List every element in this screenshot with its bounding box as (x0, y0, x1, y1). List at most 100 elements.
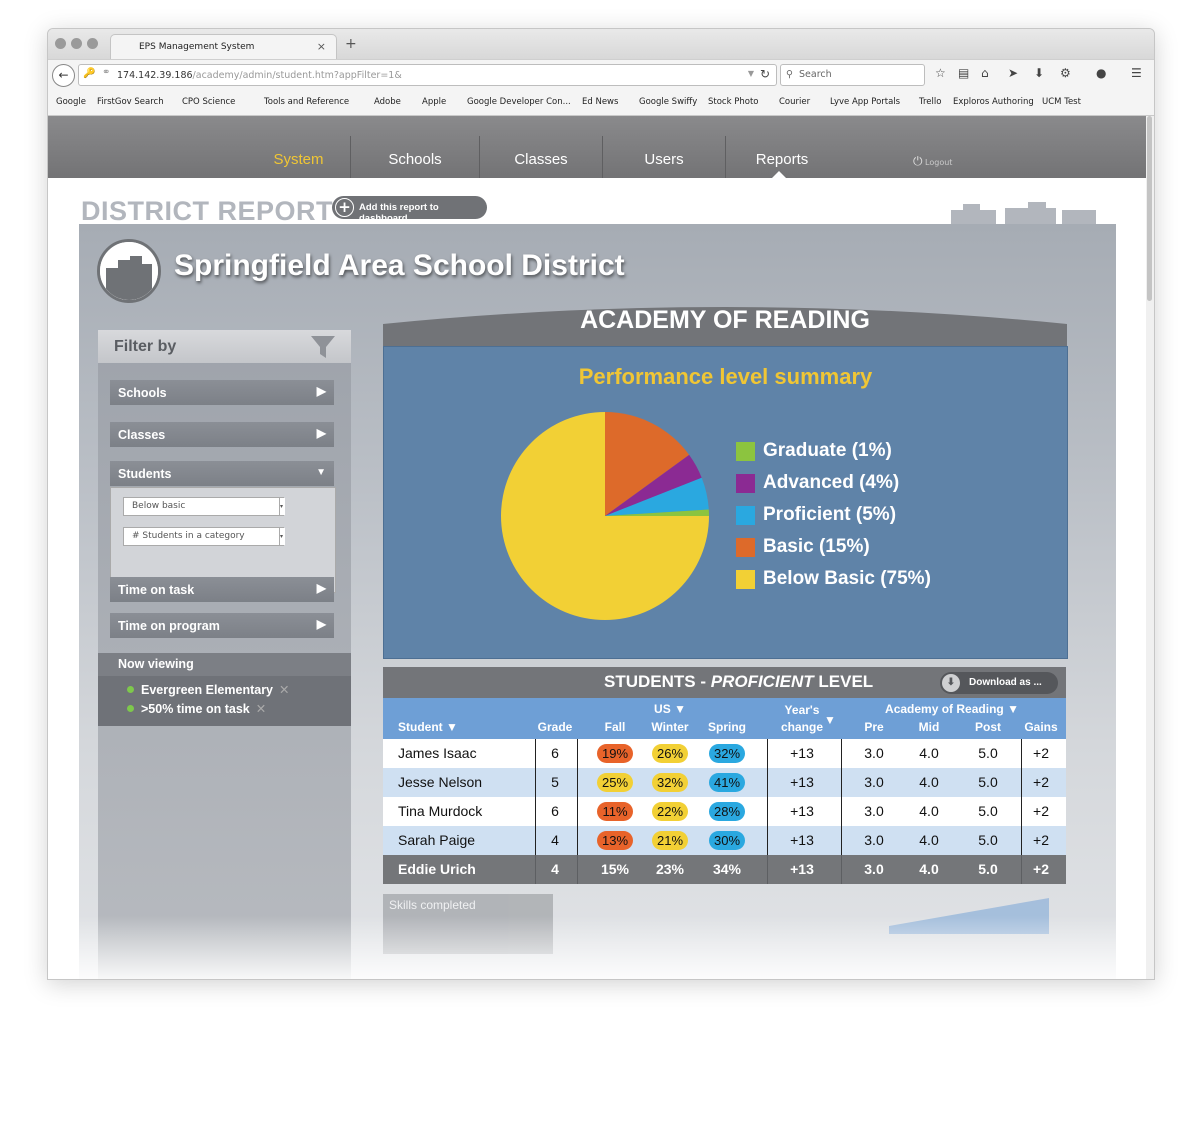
nav-classes[interactable]: Classes (480, 116, 602, 178)
remove-filter-icon[interactable]: ✕ (256, 702, 266, 716)
bookmark-item[interactable]: UCM Test (1042, 97, 1081, 107)
nav-reports[interactable]: Reports (726, 116, 838, 178)
column-group-us[interactable]: US ▼ (645, 702, 695, 716)
table-title-prefix: STUDENTS - (604, 672, 711, 691)
cell-post: 5.0 (978, 861, 998, 877)
cell-pre: 3.0 (864, 774, 884, 790)
filter-classes-button[interactable]: Classes ▶ (110, 422, 334, 447)
column-divider (767, 768, 768, 797)
cell-spring: 30% (704, 826, 750, 855)
cell-student: James Isaac (398, 745, 477, 761)
score-badge: 32% (652, 773, 688, 792)
category-select[interactable]: # Students in a category ▾ (123, 527, 285, 546)
download-button[interactable]: ⬇ Download as ... (940, 672, 1058, 694)
score-badge: 21% (652, 831, 688, 850)
filter-time-on-program-button[interactable]: Time on program ▶ (110, 613, 334, 638)
category-select-value: # Students in a category (132, 531, 245, 541)
filter-students-button[interactable]: Students ▼ (110, 461, 334, 486)
sort-down-icon: ▼ (1007, 702, 1019, 716)
column-years-change[interactable]: Year's change (780, 702, 824, 736)
level-select[interactable]: Below basic ▾ (123, 497, 285, 516)
cell-gains: +2 (1033, 774, 1049, 790)
bookmark-item[interactable]: Adobe (374, 97, 401, 107)
bookmark-item[interactable]: Stock Photo (708, 97, 758, 107)
nav-system[interactable]: System (246, 116, 351, 178)
table-row[interactable]: Tina Murdock 6 11% 22% 28% +13 3.0 4.0 5.0 +2 (383, 797, 1066, 826)
cell-gains: +2 (1033, 861, 1049, 877)
remove-filter-icon[interactable]: ✕ (279, 683, 289, 697)
browser-tab[interactable]: EPS Management System × (110, 34, 337, 60)
scrollbar-thumb[interactable] (1147, 116, 1152, 301)
reload-icon[interactable]: ↻ (760, 67, 770, 81)
bookmark-item[interactable]: Courier (779, 97, 810, 107)
funnel-icon[interactable] (311, 336, 335, 358)
column-divider (767, 797, 768, 826)
column-spring: Spring (708, 720, 746, 734)
bookmark-item[interactable]: FirstGov Search (97, 97, 164, 107)
url-path: /academy/admin/student.htm?appFilter=1& (192, 70, 402, 81)
add-to-dashboard-button[interactable]: + Add this report to dashboard (332, 196, 487, 224)
cell-grade: 6 (551, 745, 559, 761)
filter-time-on-task-button[interactable]: Time on task ▶ (110, 577, 334, 602)
cell-spring: 28% (704, 797, 750, 826)
bookmark-star-icon[interactable]: ☆ (935, 66, 946, 80)
chevron-right-icon: ▶ (316, 581, 326, 595)
column-divider (577, 768, 578, 797)
bookmark-item[interactable]: Google Swiffy (639, 97, 697, 107)
sort-down-icon[interactable]: ▼ (824, 713, 836, 727)
column-divider (767, 739, 768, 768)
score-badge: 25% (597, 773, 633, 792)
filter-time-on-task-label: Time on task (118, 583, 195, 597)
bookmark-item[interactable]: Apple (422, 97, 446, 107)
table-row[interactable]: Sarah Paige 4 13% 21% 30% +13 3.0 4.0 5.0 +2 (383, 826, 1066, 855)
level-select-value: Below basic (132, 501, 186, 511)
cell-pre: 3.0 (864, 803, 884, 819)
bookmark-item[interactable]: Exploros Authoring (953, 97, 1034, 107)
bookmark-item[interactable]: CPO Science (182, 97, 235, 107)
column-gains: Gains (1024, 720, 1058, 734)
bookmark-item[interactable]: Lyve App Portals (830, 97, 900, 107)
minimize-window-icon[interactable] (71, 38, 82, 49)
bookmark-item[interactable]: Google Developer Con... (467, 97, 571, 107)
column-pre: Pre (864, 720, 884, 734)
close-window-icon[interactable] (55, 38, 66, 49)
bookmark-item[interactable]: Tools and Reference (264, 97, 349, 107)
menu-icon[interactable]: ☰ (1131, 66, 1142, 80)
logout-link[interactable]: ⏻ Logout (913, 154, 952, 169)
cell-spring: 34% (712, 861, 742, 877)
tab-close-icon[interactable]: × (317, 40, 326, 53)
nav-users[interactable]: Users (603, 116, 725, 178)
bookmark-item[interactable]: Google (56, 97, 86, 107)
url-dropdown-icon[interactable]: ▼ (748, 69, 754, 78)
bookmark-item[interactable]: Ed News (582, 97, 618, 107)
sort-down-icon: ▼ (674, 702, 686, 716)
new-tab-button[interactable]: + (345, 36, 357, 52)
us-header-label: US (654, 702, 671, 716)
download-icon[interactable]: ⬇ (1034, 66, 1044, 80)
chat-icon[interactable]: ● (1096, 66, 1106, 80)
nav-schools[interactable]: Schools (351, 116, 479, 178)
select-arrow-icon: ▾ (279, 498, 285, 515)
address-bar[interactable]: 🔑 ⚭ 174.142.39.186/academy/admin/student… (78, 64, 777, 86)
column-divider (841, 826, 842, 855)
send-icon[interactable]: ➤ (1008, 66, 1018, 80)
page-scrollbar[interactable] (1146, 116, 1154, 979)
bookmark-item[interactable]: Trello (919, 97, 941, 107)
table-summary-row[interactable]: Eddie Urich 4 15% 23% 34% +13 3.0 4.0 5.0 +2 (383, 855, 1066, 884)
column-student[interactable]: Student ▼ (398, 720, 458, 734)
table-row[interactable]: James Isaac 6 19% 26% 32% +13 3.0 4.0 5.0 +2 (383, 739, 1066, 768)
filter-schools-button[interactable]: Schools ▶ (110, 380, 334, 405)
extension-icon[interactable]: ⚙ (1060, 66, 1071, 80)
filter-time-on-program-label: Time on program (118, 619, 220, 633)
download-icon: ⬇ (942, 674, 960, 692)
table-row[interactable]: Jesse Nelson 5 25% 32% 41% +13 3.0 4.0 5.0 +2 (383, 768, 1066, 797)
cell-student: Jesse Nelson (398, 774, 483, 790)
search-field[interactable]: ⚲ Search (780, 64, 925, 86)
cell-grade: 6 (551, 803, 559, 819)
maximize-window-icon[interactable] (87, 38, 98, 49)
cell-gains: +2 (1033, 745, 1049, 761)
column-group-academy[interactable]: Academy of Reading ▼ (877, 702, 1027, 716)
home-icon[interactable]: ⌂ (981, 66, 989, 80)
reading-list-icon[interactable]: ▤ (958, 66, 969, 80)
back-button[interactable]: ← (52, 64, 75, 87)
